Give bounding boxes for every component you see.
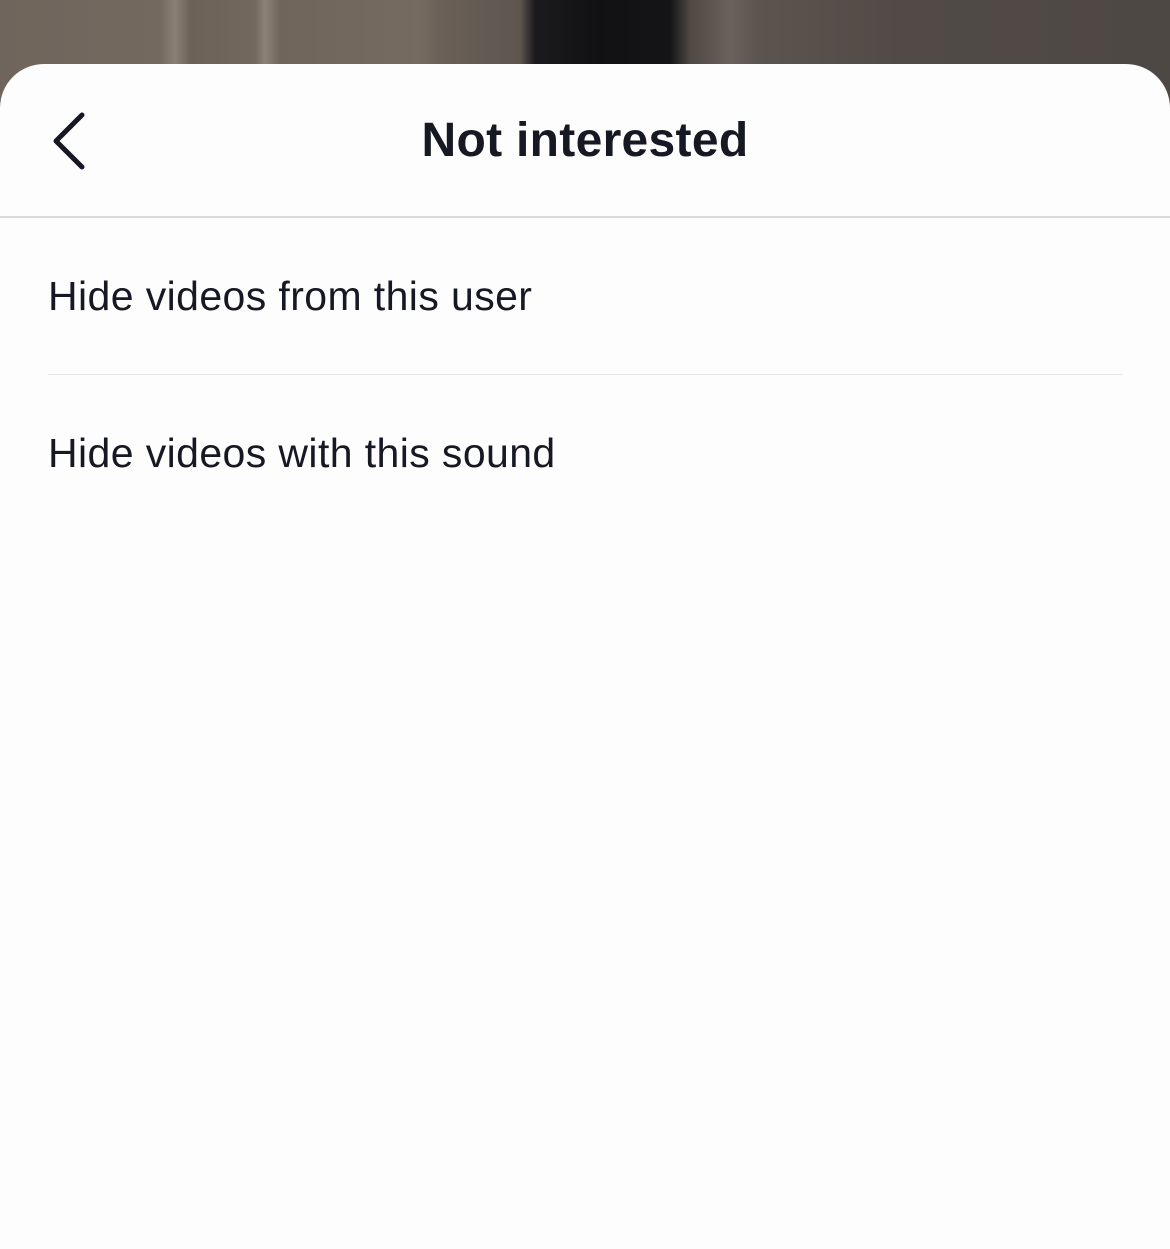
hide-user-videos-option[interactable]: Hide videos from this user	[0, 218, 1170, 374]
hide-sound-videos-option[interactable]: Hide videos with this sound	[0, 375, 1170, 531]
options-list: Hide videos from this user Hide videos w…	[0, 218, 1170, 531]
not-interested-sheet: Not interested Hide videos from this use…	[0, 64, 1170, 1249]
sheet-header: Not interested	[0, 64, 1170, 218]
option-label: Hide videos from this user	[48, 272, 533, 319]
sheet-title: Not interested	[421, 114, 749, 167]
option-label: Hide videos with this sound	[48, 429, 556, 476]
